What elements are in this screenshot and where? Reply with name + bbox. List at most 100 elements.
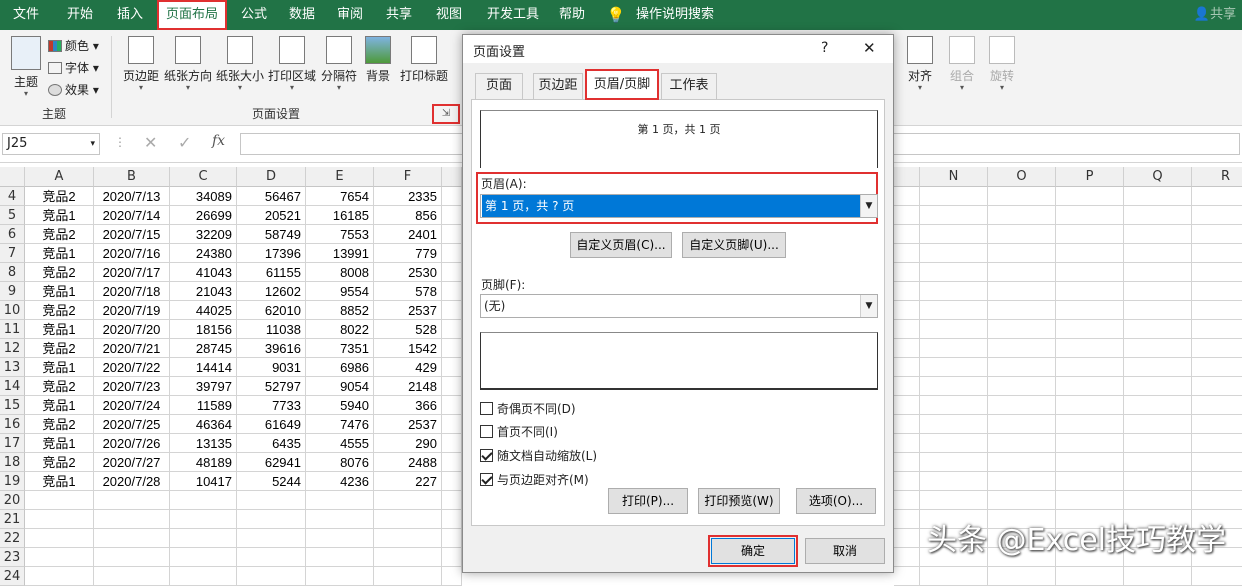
table-cell[interactable] — [920, 567, 988, 586]
table-cell[interactable] — [894, 206, 920, 225]
table-cell[interactable] — [442, 510, 462, 529]
table-cell[interactable]: 39797 — [170, 377, 237, 396]
table-cell[interactable]: 1542 — [374, 339, 442, 358]
align-margins-checkbox[interactable]: 与页边距对齐(M) — [480, 471, 589, 488]
table-cell[interactable]: 41043 — [170, 263, 237, 282]
table-cell[interactable] — [1192, 358, 1242, 377]
tab-view[interactable]: 视图 — [427, 0, 471, 30]
table-cell[interactable] — [306, 491, 374, 510]
table-cell[interactable]: 13991 — [306, 244, 374, 263]
table-cell[interactable]: 6986 — [306, 358, 374, 377]
row-header[interactable]: 24 — [0, 567, 25, 586]
column-header[interactable]: R — [1192, 167, 1242, 187]
table-cell[interactable] — [1124, 320, 1192, 339]
table-cell[interactable]: 2488 — [374, 453, 442, 472]
table-cell[interactable]: 429 — [374, 358, 442, 377]
table-cell[interactable] — [988, 453, 1056, 472]
table-cell[interactable]: 8022 — [306, 320, 374, 339]
custom-header-button[interactable]: 自定义页眉(C)... — [570, 232, 672, 258]
insert-function-icon[interactable]: fx — [212, 133, 225, 149]
tab-sheet[interactable]: 工作表 — [661, 73, 717, 99]
table-cell[interactable] — [1192, 206, 1242, 225]
table-cell[interactable]: 62010 — [237, 301, 306, 320]
table-cell[interactable] — [170, 567, 237, 586]
table-cell[interactable] — [894, 301, 920, 320]
table-cell[interactable] — [988, 244, 1056, 263]
table-cell[interactable]: 2020/7/17 — [94, 263, 170, 282]
table-cell[interactable] — [1056, 244, 1124, 263]
table-cell[interactable]: 9554 — [306, 282, 374, 301]
colors-button[interactable]: 颜色 ▾ — [48, 37, 99, 54]
table-cell[interactable] — [988, 491, 1056, 510]
column-header[interactable]: E — [306, 167, 374, 187]
table-cell[interactable]: 6435 — [237, 434, 306, 453]
table-cell[interactable]: 856 — [374, 206, 442, 225]
table-cell[interactable]: 34089 — [170, 187, 237, 206]
table-cell[interactable]: 2020/7/27 — [94, 453, 170, 472]
column-header[interactable]: A — [25, 167, 94, 187]
table-cell[interactable] — [1124, 263, 1192, 282]
table-cell[interactable]: 竞品1 — [25, 282, 94, 301]
table-cell[interactable] — [920, 358, 988, 377]
table-cell[interactable] — [1124, 491, 1192, 510]
table-cell[interactable] — [894, 282, 920, 301]
table-cell[interactable]: 2020/7/28 — [94, 472, 170, 491]
table-cell[interactable] — [920, 320, 988, 339]
column-header[interactable]: O — [988, 167, 1056, 187]
table-cell[interactable]: 2020/7/13 — [94, 187, 170, 206]
table-cell[interactable] — [988, 339, 1056, 358]
row-header[interactable]: 15 — [0, 396, 25, 415]
table-cell[interactable] — [988, 320, 1056, 339]
row-header[interactable]: 17 — [0, 434, 25, 453]
table-cell[interactable]: 52797 — [237, 377, 306, 396]
table-cell[interactable] — [306, 548, 374, 567]
ok-button[interactable]: 确定 — [708, 535, 798, 567]
row-header[interactable]: 20 — [0, 491, 25, 510]
row-header[interactable]: 22 — [0, 529, 25, 548]
table-cell[interactable]: 竞品2 — [25, 301, 94, 320]
table-cell[interactable] — [1124, 301, 1192, 320]
table-cell[interactable] — [920, 396, 988, 415]
tab-formulas[interactable]: 公式 — [232, 0, 276, 30]
table-cell[interactable] — [988, 358, 1056, 377]
table-cell[interactable]: 竞品2 — [25, 187, 94, 206]
table-cell[interactable] — [237, 491, 306, 510]
table-cell[interactable] — [894, 225, 920, 244]
print-button[interactable]: 打印(P)... — [608, 488, 688, 514]
table-cell[interactable] — [1056, 301, 1124, 320]
tell-me-search[interactable]: 操作说明搜索 — [630, 0, 720, 30]
table-cell[interactable]: 8852 — [306, 301, 374, 320]
table-cell[interactable]: 竞品1 — [25, 320, 94, 339]
table-cell[interactable] — [442, 282, 462, 301]
margins-button[interactable]: 页边距 ▾ — [118, 36, 164, 92]
table-cell[interactable]: 2020/7/20 — [94, 320, 170, 339]
table-cell[interactable] — [442, 206, 462, 225]
table-cell[interactable] — [1056, 339, 1124, 358]
table-cell[interactable] — [306, 529, 374, 548]
table-cell[interactable] — [894, 415, 920, 434]
row-header[interactable]: 21 — [0, 510, 25, 529]
table-cell[interactable] — [894, 358, 920, 377]
table-cell[interactable] — [1056, 263, 1124, 282]
cancel-icon[interactable]: ✕ — [144, 133, 157, 152]
table-cell[interactable] — [94, 548, 170, 567]
table-cell[interactable]: 竞品2 — [25, 339, 94, 358]
table-cell[interactable]: 7351 — [306, 339, 374, 358]
table-cell[interactable]: 18156 — [170, 320, 237, 339]
row-header[interactable]: 19 — [0, 472, 25, 491]
table-cell[interactable] — [1056, 415, 1124, 434]
table-cell[interactable] — [170, 548, 237, 567]
table-cell[interactable]: 竞品2 — [25, 377, 94, 396]
table-cell[interactable] — [442, 244, 462, 263]
table-cell[interactable] — [988, 415, 1056, 434]
table-cell[interactable] — [1124, 225, 1192, 244]
table-cell[interactable] — [442, 434, 462, 453]
table-cell[interactable]: 2537 — [374, 415, 442, 434]
column-header[interactable]: B — [94, 167, 170, 187]
table-cell[interactable] — [442, 491, 462, 510]
table-cell[interactable] — [1056, 453, 1124, 472]
table-cell[interactable] — [442, 453, 462, 472]
tab-header-footer[interactable]: 页眉/页脚 — [585, 69, 659, 100]
table-cell[interactable] — [442, 529, 462, 548]
tab-margins[interactable]: 页边距 — [533, 73, 583, 99]
